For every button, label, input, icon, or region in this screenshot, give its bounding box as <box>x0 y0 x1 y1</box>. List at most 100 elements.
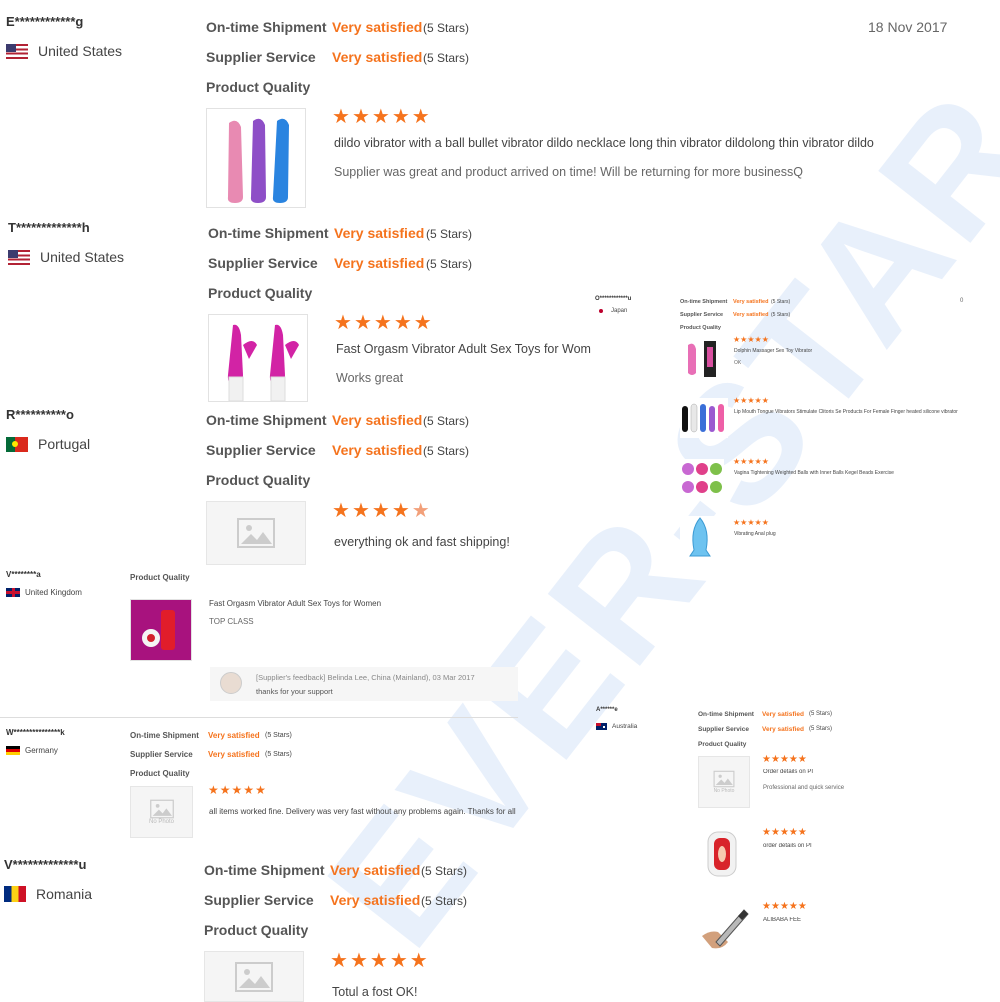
product-title[interactable]: Fast Orgasm Vibrator Adult Sex Toys for … <box>336 342 591 356</box>
product-title[interactable]: Lip Mouth Tongue Vibrators Stimulate Cli… <box>734 409 958 415</box>
shipment-stars: (5 Stars) <box>809 711 833 717</box>
review-date: 0 <box>960 298 964 304</box>
product-quality-label: Product Quality <box>698 741 747 748</box>
star-icon: ★ <box>788 754 798 765</box>
on-time-shipment-label: On-time Shipment <box>680 299 728 305</box>
reviewer-country: Australia <box>596 723 637 730</box>
review-comment: Works great <box>336 371 404 385</box>
flag-us-icon <box>6 43 28 59</box>
service-stars: (5 Stars) <box>809 726 833 732</box>
shipment-rating: Very satisfied <box>332 412 423 428</box>
quality-star-rating: ★★★★★ <box>208 783 267 797</box>
star-icon: ★ <box>754 457 762 466</box>
product-image[interactable] <box>680 459 724 497</box>
star-icon: ★ <box>762 827 771 838</box>
star-icon: ★ <box>351 500 372 522</box>
product-title[interactable]: Fast Orgasm Vibrator Adult Sex Toys for … <box>209 599 381 608</box>
star-icon: ★ <box>779 827 789 838</box>
service-rating: Very satisfied <box>334 255 425 271</box>
product-image[interactable] <box>206 108 306 208</box>
service-stars: (5 Stars) <box>421 894 468 908</box>
star-icon: ★ <box>754 396 762 405</box>
star-icon: ★ <box>351 106 372 128</box>
shipment-stars: (5 Stars) <box>421 864 468 878</box>
star-icon: ★ <box>779 754 789 765</box>
shipment-rating: Very satisfied <box>332 19 423 35</box>
product-quality-label: Product Quality <box>130 769 190 778</box>
on-time-shipment-label: On-time Shipment <box>130 731 199 740</box>
no-photo-placeholder <box>206 501 306 565</box>
product-title[interactable]: Vagina Tightening Weighted Balls with In… <box>734 470 894 476</box>
product-title[interactable]: order details on PI <box>763 843 812 849</box>
supplier-service-label: Supplier Service <box>204 892 314 908</box>
divider <box>0 717 518 718</box>
shipment-rating: Very satisfied <box>762 711 804 718</box>
quality-star-rating: ★★★★★ <box>330 948 430 973</box>
reviewer-country: Japan <box>597 308 627 314</box>
image-placeholder-icon <box>713 770 735 788</box>
reviewer-name: R**********o <box>6 407 74 422</box>
product-title[interactable]: dildo vibrator with a ball bullet vibrat… <box>334 136 894 150</box>
star-icon: ★ <box>373 312 394 334</box>
shipment-rating: Very satisfied <box>330 862 421 878</box>
supplier-service-label: Supplier Service <box>680 312 724 318</box>
product-image[interactable] <box>680 398 728 438</box>
service-stars: (5 Stars) <box>265 751 292 758</box>
star-icon: ★ <box>369 950 390 972</box>
star-icon: ★ <box>770 827 780 838</box>
shipment-rating: Very satisfied <box>334 225 425 241</box>
on-time-shipment-label: On-time Shipment <box>206 19 327 35</box>
supplier-service-label: Supplier Service <box>698 726 749 733</box>
product-quality-label: Product Quality <box>208 285 313 301</box>
star-icon: ★ <box>761 335 769 344</box>
on-time-shipment-label: On-time Shipment <box>206 412 327 428</box>
review-date: 18 Nov 2017 <box>868 19 948 35</box>
image-placeholder-icon <box>235 961 273 992</box>
quality-star-rating: ★★★★★ <box>733 518 769 527</box>
reviewer-country: Romania <box>4 886 92 902</box>
product-image[interactable] <box>680 337 720 379</box>
product-title[interactable]: ALIBABA FEE <box>763 917 801 923</box>
product-image[interactable] <box>208 314 308 402</box>
reviewer-name: V*************u <box>4 857 87 872</box>
product-image[interactable] <box>698 828 748 880</box>
quality-star-rating: ★★★★★ <box>762 827 807 838</box>
supplier-feedback-text: thanks for your support <box>256 687 333 696</box>
supplier-feedback-box: [Supplier's feedback] Belinda Lee, China… <box>210 667 518 701</box>
review-comment: TOP CLASS <box>209 617 254 626</box>
star-icon: ★ <box>761 396 769 405</box>
reviewer-country: United Kingdom <box>6 588 82 597</box>
flag-us-icon <box>8 249 30 265</box>
quality-star-rating: ★★★★★ <box>762 901 807 912</box>
product-title[interactable]: Dolphin Massager Sex Toy Vibrator <box>734 348 812 354</box>
product-quality-label: Product Quality <box>206 79 311 95</box>
shipment-rating: Very satisfied <box>733 299 769 305</box>
quality-star-rating: ★★★★★ <box>733 457 769 466</box>
star-icon: ★ <box>779 901 789 912</box>
service-stars: (5 Stars) <box>426 257 473 271</box>
reviewer-name: O************u <box>595 296 632 302</box>
star-icon: ★ <box>219 783 232 797</box>
star-icon: ★ <box>393 312 414 334</box>
star-icon: ★ <box>411 500 432 522</box>
star-icon: ★ <box>371 500 392 522</box>
star-icon: ★ <box>349 950 370 972</box>
product-image[interactable] <box>698 902 750 954</box>
reviewer-name: V********a <box>6 570 41 579</box>
on-time-shipment-label: On-time Shipment <box>208 225 329 241</box>
star-icon: ★ <box>754 518 762 527</box>
flag-romania-icon <box>4 886 26 902</box>
avatar <box>220 672 242 694</box>
product-title[interactable]: Vibrating Anal plug <box>734 531 776 537</box>
product-title[interactable]: Order details on PI <box>763 769 813 775</box>
product-quality-label: Product Quality <box>680 325 721 331</box>
star-icon: ★ <box>797 754 807 765</box>
supplier-feedback-header: [Supplier's feedback] Belinda Lee, China… <box>256 673 475 682</box>
product-image[interactable] <box>130 599 192 661</box>
star-icon: ★ <box>788 901 798 912</box>
supplier-service-label: Supplier Service <box>206 442 316 458</box>
star-icon: ★ <box>389 950 410 972</box>
image-placeholder-icon <box>149 799 174 819</box>
product-image[interactable] <box>680 516 720 560</box>
quality-star-rating: ★★★★★ <box>334 310 434 335</box>
